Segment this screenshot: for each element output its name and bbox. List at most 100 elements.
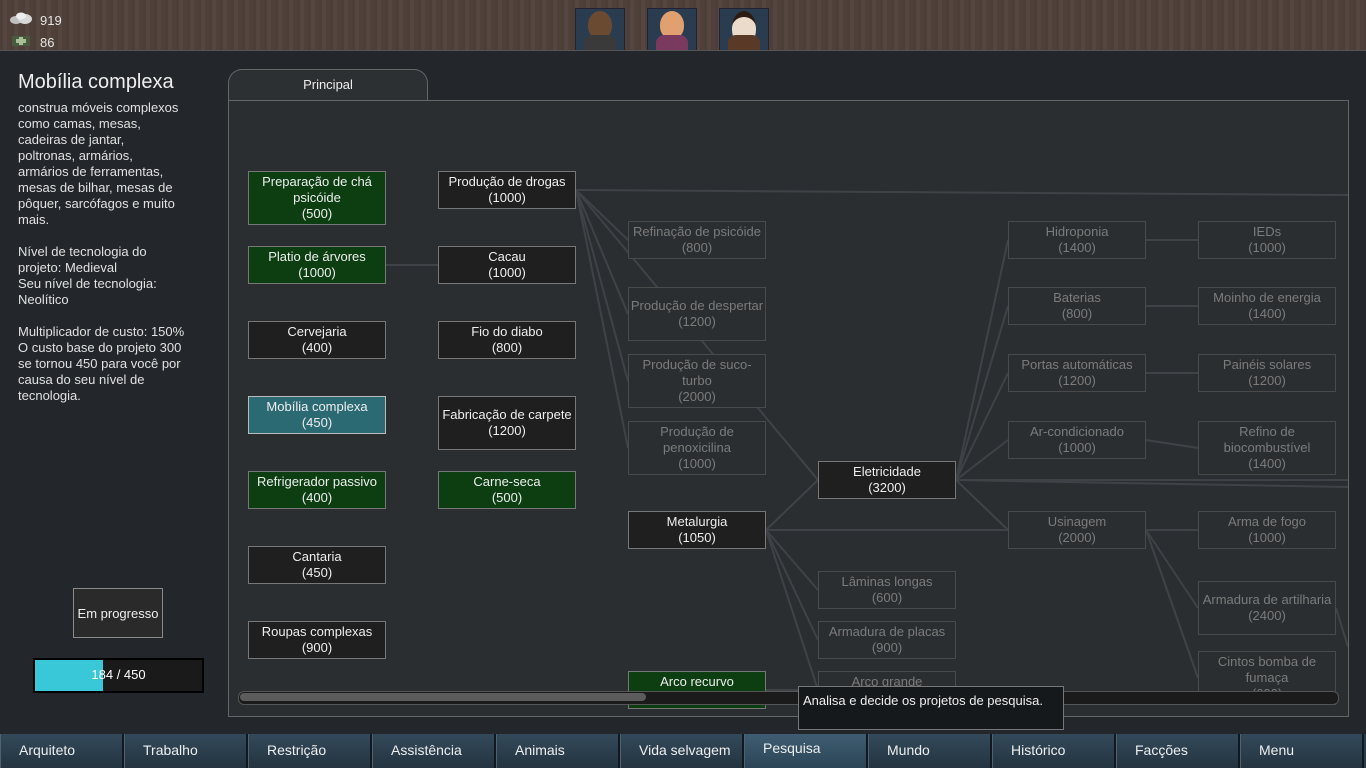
research-node-cost: (400) <box>301 340 333 355</box>
research-node-name: Refino de biocombustível <box>1223 424 1311 455</box>
main-tab-3[interactable]: Assistência <box>372 734 496 768</box>
research-node-name: Painéis solares <box>1222 357 1312 372</box>
research-node-cost: (800) <box>1061 306 1093 321</box>
main-tab-1[interactable]: Trabalho <box>124 734 248 768</box>
research-node[interactable]: Fio do diabo (800) <box>438 321 576 359</box>
connector-line <box>955 479 1009 531</box>
research-node[interactable]: Refino de biocombustível (1400) <box>1198 421 1336 475</box>
research-node[interactable]: Armadura de artilharia (2400) <box>1198 581 1336 635</box>
resource-medicine: 86 <box>8 35 54 50</box>
research-node-cost: (1000) <box>488 190 526 205</box>
connector-line <box>765 479 819 531</box>
connector-line <box>1335 607 1348 648</box>
research-node-cost: (2000) <box>678 389 716 404</box>
research-node[interactable]: Hidroponia (1400) <box>1008 221 1146 259</box>
colonist-portrait-1[interactable] <box>575 8 625 53</box>
research-node-name: Usinagem <box>1047 514 1107 529</box>
research-node[interactable]: Portas automáticas (1200) <box>1008 354 1146 392</box>
research-node-cost: (1400) <box>1058 240 1096 255</box>
research-node-cost: (2400) <box>1248 608 1286 623</box>
research-node[interactable]: Baterias (800) <box>1008 287 1146 325</box>
connector-line <box>955 305 1009 481</box>
research-node[interactable]: Fabricação de carpete (1200) <box>438 396 576 450</box>
connector-line <box>955 239 1009 481</box>
research-node-cost: (1000) <box>298 265 336 280</box>
in-progress-button[interactable]: Em progresso <box>73 588 163 638</box>
research-node-cost: (900) <box>301 640 333 655</box>
research-node-cost: (800) <box>491 340 523 355</box>
main-tab-9[interactable]: Facções <box>1116 734 1240 768</box>
research-node[interactable]: Eletricidade (3200) <box>818 461 956 499</box>
research-node[interactable]: Refrigerador passivo (400) <box>248 471 386 509</box>
research-node[interactable]: Painéis solares (1200) <box>1198 354 1336 392</box>
main-tab-6[interactable]: Pesquisa <box>744 734 868 768</box>
research-node[interactable]: Cervejaria (400) <box>248 321 386 359</box>
resource-silver: 919 <box>8 11 62 28</box>
scrollbar-thumb[interactable] <box>240 693 646 701</box>
research-node-name: Produção de drogas <box>448 174 566 189</box>
research-node[interactable]: Moinho de energia (1400) <box>1198 287 1336 325</box>
research-node[interactable]: Armadura de placas (900) <box>818 621 956 659</box>
project-title: Mobília complexa <box>18 71 174 93</box>
connector-line <box>955 479 1348 488</box>
research-node-name: IEDs <box>1252 224 1282 239</box>
research-node[interactable]: Cacau (1000) <box>438 246 576 284</box>
research-node-cost: (3200) <box>868 480 906 495</box>
research-node[interactable]: Refinação de psicóide (800) <box>628 221 766 259</box>
main-tab-2[interactable]: Restrição <box>248 734 372 768</box>
main-tab-5[interactable]: Vida selvagem <box>620 734 744 768</box>
research-node-name: Fio do diabo <box>471 324 543 339</box>
research-node[interactable]: Mobília complexa (450) <box>248 396 386 434</box>
main-tab-0[interactable]: Arquiteto <box>0 734 124 768</box>
silver-count: 919 <box>40 13 62 28</box>
research-node-cost: (1200) <box>1058 373 1096 388</box>
research-node-cost: (800) <box>681 240 713 255</box>
research-node-cost: (1200) <box>488 423 526 438</box>
research-node-cost: (1200) <box>678 314 716 329</box>
connector-line <box>1145 439 1199 449</box>
research-node-name: Armadura de placas <box>828 624 946 639</box>
research-node-cost: (500) <box>301 206 333 221</box>
horizontal-scrollbar[interactable] <box>238 691 1339 705</box>
research-node-cost: (1000) <box>1248 530 1286 545</box>
research-node-name: Platio de árvores <box>268 249 366 264</box>
research-node[interactable]: Platio de árvores (1000) <box>248 246 386 284</box>
connector-line <box>575 189 629 315</box>
silver-icon <box>8 11 34 28</box>
research-node[interactable]: Produção de penoxicilina (1000) <box>628 421 766 475</box>
connector-line <box>765 529 819 691</box>
research-node-cost: (450) <box>301 565 333 580</box>
tree-connectors <box>386 189 1348 691</box>
main-tab-10[interactable]: Menu <box>1240 734 1364 768</box>
research-node-name: Moinho de energia <box>1213 290 1321 305</box>
research-node-name: Cantaria <box>292 549 342 564</box>
project-description: construa móveis complexos como camas, me… <box>18 100 185 403</box>
research-node[interactable]: Produção de despertar (1200) <box>628 287 766 341</box>
research-node[interactable]: Lâminas longas (600) <box>818 571 956 609</box>
research-node[interactable]: Roupas complexas (900) <box>248 621 386 659</box>
research-node-name: Lâminas longas <box>841 574 933 589</box>
progress-text: 184 / 450 <box>91 667 146 682</box>
colonist-portrait-3[interactable] <box>719 8 769 53</box>
research-node[interactable]: Cantaria (450) <box>248 546 386 584</box>
connector-line <box>575 189 1348 196</box>
main-tab-7[interactable]: Mundo <box>868 734 992 768</box>
research-node[interactable]: Produção de drogas (1000) <box>438 171 576 209</box>
colonist-portrait-2[interactable] <box>647 8 697 53</box>
tab-principal[interactable]: Principal <box>228 69 428 102</box>
research-node-cost: (1000) <box>488 265 526 280</box>
research-node[interactable]: Arma de fogo (1000) <box>1198 511 1336 549</box>
research-node[interactable]: Preparação de chá psicóide (500) <box>248 171 386 225</box>
main-tab-4[interactable]: Animais <box>496 734 620 768</box>
research-node[interactable]: Metalurgia (1050) <box>628 511 766 549</box>
research-node[interactable]: Carne-seca (500) <box>438 471 576 509</box>
main-tab-8[interactable]: Histórico <box>992 734 1116 768</box>
research-node-name: Portas automáticas <box>1021 357 1133 372</box>
research-node[interactable]: IEDs (1000) <box>1198 221 1336 259</box>
research-node[interactable]: Ar-condicionado (1000) <box>1008 421 1146 459</box>
research-node-cost: (1000) <box>1248 240 1286 255</box>
research-window: Mobília complexa construa móveis complex… <box>0 50 1366 735</box>
research-node[interactable]: Usinagem (2000) <box>1008 511 1146 549</box>
research-node[interactable]: Produção de suco-turbo (2000) <box>628 354 766 408</box>
medicine-icon <box>8 35 34 50</box>
